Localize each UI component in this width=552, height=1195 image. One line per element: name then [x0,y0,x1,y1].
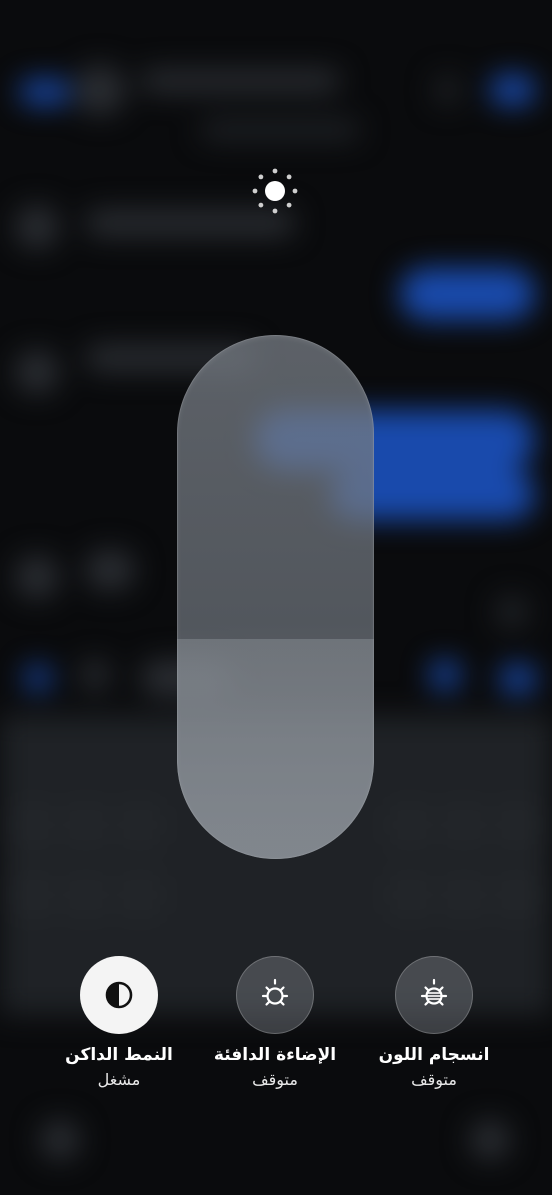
sun-icon [252,168,298,214]
dark-mode-icon [105,981,133,1009]
color-harmony-state: متوقف [411,1070,457,1089]
warm-light-icon [261,978,289,1006]
warm-light-button[interactable] [236,956,314,1034]
warm-light-state: متوقف [252,1070,298,1089]
brightness-slider[interactable] [177,335,374,859]
dark-mode-toggle[interactable]: النمط الداكن مشغل [44,956,194,1091]
color-harmony-icon [420,978,448,1006]
dark-mode-label: النمط الداكن [65,1045,173,1065]
dark-mode-state: مشغل [97,1070,141,1089]
color-harmony-toggle[interactable]: انسجام اللون متوقف [359,956,509,1091]
warm-light-label: الإضاءة الدافئة [213,1045,337,1065]
color-harmony-button[interactable] [395,956,473,1034]
dark-mode-button[interactable] [80,956,158,1034]
warm-light-toggle[interactable]: الإضاءة الدافئة متوقف [200,956,350,1091]
color-harmony-label: انسجام اللون [378,1045,490,1065]
brightness-slider-fill [177,638,374,859]
